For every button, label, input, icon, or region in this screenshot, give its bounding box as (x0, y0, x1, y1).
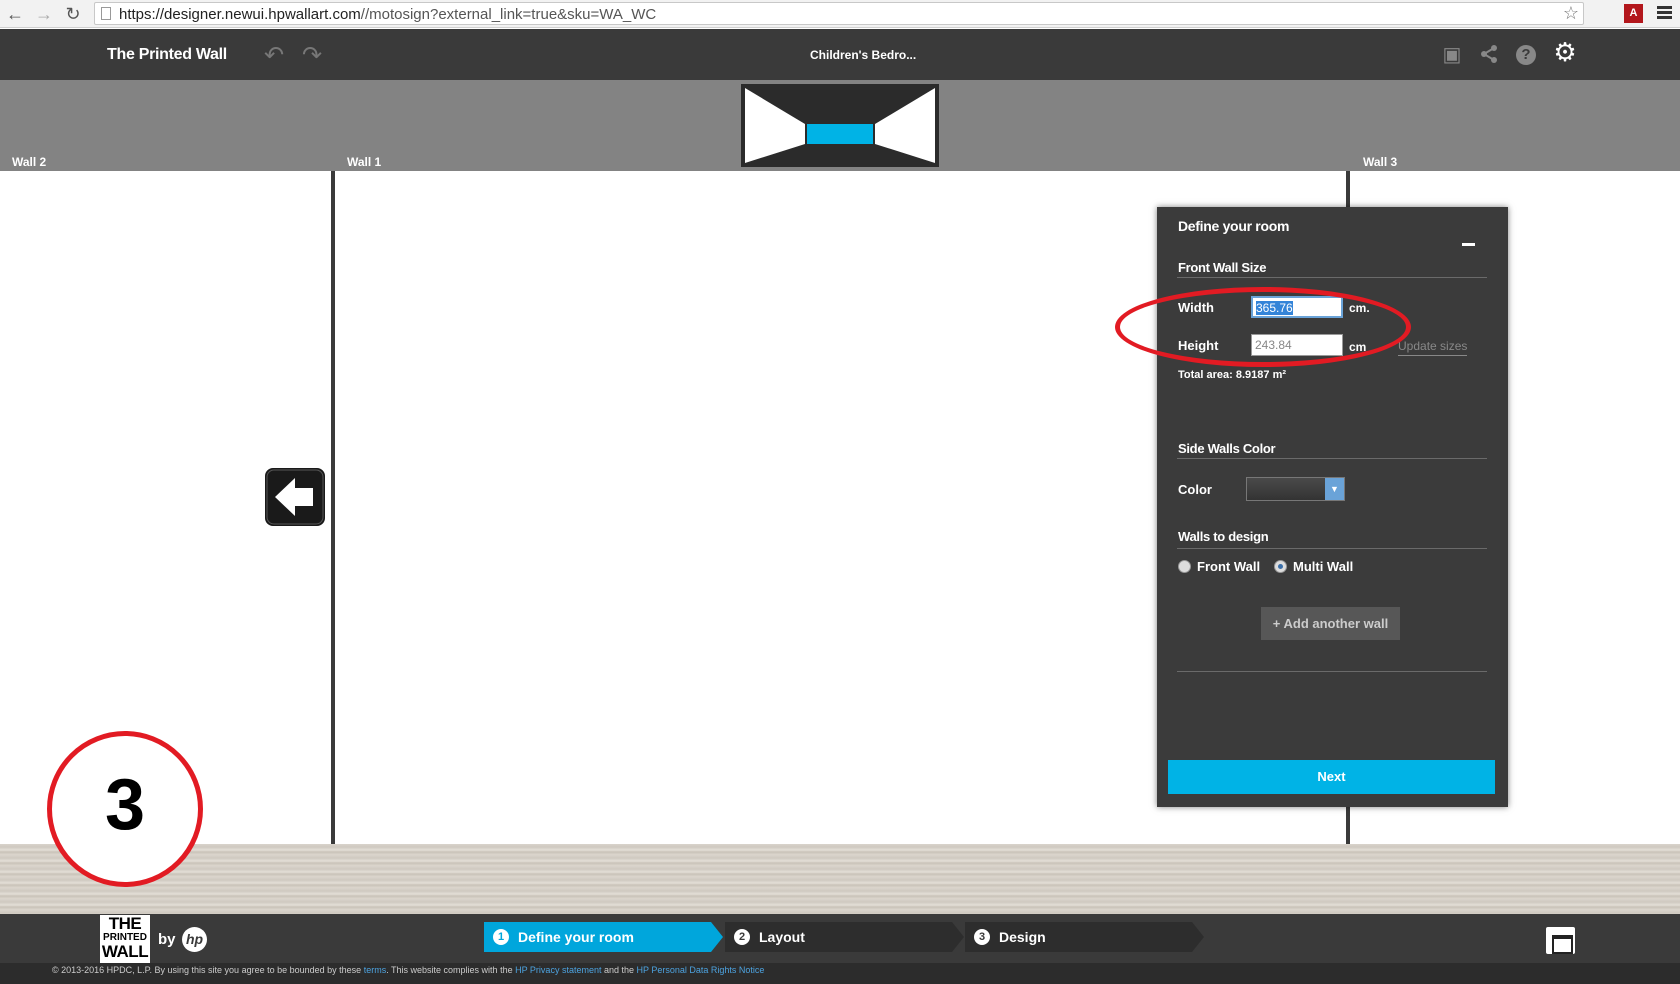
floor-texture (0, 844, 1680, 914)
walls-to-design-heading: Walls to design (1178, 529, 1269, 544)
front-wall-size-heading: Front Wall Size (1178, 260, 1267, 275)
step-number: 3 (104, 765, 146, 845)
wall-strip (0, 80, 1680, 171)
front-wall-radio-label[interactable]: Front Wall (1197, 559, 1260, 574)
bookmark-star-icon[interactable]: ☆ (1563, 3, 1579, 24)
logo-line-1: THE (108, 914, 142, 933)
wall-divider-left (331, 171, 335, 844)
privacy-statement-link[interactable]: HP Privacy statement (515, 965, 601, 975)
step-number-annotation: 3 (47, 731, 203, 887)
url-text: https://designer.newui.hpwallart.com//mo… (119, 6, 656, 23)
thumb-front-wall (807, 124, 873, 144)
panel-title: Define your room (1178, 218, 1290, 234)
by-text: by (158, 931, 176, 948)
step-2-number: 2 (734, 929, 750, 945)
app-title: The Printed Wall (107, 46, 227, 63)
highlight-annotation-ellipse (1115, 287, 1411, 367)
terms-link[interactable]: terms (364, 965, 387, 975)
total-area-text: Total area: 8.9187 m² (1178, 369, 1287, 381)
app-header: The Printed Wall ↶ ↷ Children's Bedro...… (0, 29, 1680, 80)
reload-icon[interactable]: ↻ (62, 3, 84, 25)
save-icon[interactable]: ▣ (1440, 43, 1464, 67)
share-icon[interactable] (1477, 43, 1501, 67)
next-button[interactable]: Next (1168, 760, 1495, 794)
front-wall-radio[interactable] (1178, 560, 1191, 573)
color-label: Color (1178, 482, 1212, 497)
step-design[interactable]: 3 Design (965, 922, 1204, 952)
logo-line-3: WALL (101, 942, 149, 961)
divider (1177, 548, 1487, 549)
multi-wall-radio-label[interactable]: Multi Wall (1293, 559, 1353, 574)
footer: © 2013-2016 HPDC, L.P. By using this sit… (0, 963, 1680, 984)
compliance-text: . This website complies with the (386, 965, 513, 975)
forward-arrow-icon[interactable]: → (33, 3, 55, 25)
minimize-icon[interactable] (1462, 243, 1475, 246)
browser-menu-icon[interactable] (1657, 6, 1672, 20)
fullscreen-icon[interactable] (1546, 927, 1575, 954)
document-title: Children's Bedro... (810, 48, 917, 62)
step-layout[interactable]: 2 Layout (725, 922, 964, 952)
page-icon (101, 7, 111, 20)
url-path: //motosign?external_link=true&sku=WA_WC (360, 6, 657, 23)
url-host: https://designer.newui.hpwallart.com (119, 6, 361, 23)
side-walls-color-heading: Side Walls Color (1178, 441, 1276, 456)
step-1-number: 1 (493, 929, 509, 945)
step-define-room[interactable]: 1 Define your room (484, 922, 723, 952)
divider (1177, 671, 1487, 672)
step-1-label: Define your room (518, 929, 634, 945)
wall-1-label: Wall 1 (347, 155, 382, 169)
browser-toolbar: ← → ↻ https://designer.newui.hpwallart.c… (0, 0, 1680, 28)
divider (1177, 277, 1487, 278)
wall-2-label: Wall 2 (12, 155, 47, 169)
and-the-text: and the (603, 965, 635, 975)
room-thumbnail[interactable] (741, 84, 939, 167)
copyright-text: © 2013-2016 HPDC, L.P. By using this sit… (52, 965, 362, 975)
data-rights-link[interactable]: HP Personal Data Rights Notice (637, 965, 765, 975)
help-icon[interactable]: ? (1516, 45, 1536, 65)
step-2-label: Layout (759, 929, 805, 945)
address-bar[interactable]: https://designer.newui.hpwallart.com//mo… (94, 2, 1584, 25)
chevron-down-icon[interactable]: ▼ (1325, 478, 1344, 500)
side-wall-color-select[interactable]: ▼ (1246, 477, 1345, 501)
previous-wall-arrow-icon[interactable] (265, 468, 325, 526)
add-another-wall-button[interactable]: + Add another wall (1261, 607, 1400, 640)
settings-gear-icon[interactable]: ⚙ (1553, 39, 1577, 65)
undo-icon[interactable]: ↶ (264, 41, 284, 70)
divider (1177, 458, 1487, 459)
pdf-extension-icon[interactable]: A (1624, 4, 1643, 23)
printed-wall-logo: THE PRINTED WALL (100, 915, 150, 963)
step-3-label: Design (999, 929, 1046, 945)
update-sizes-link[interactable]: Update sizes (1398, 339, 1468, 356)
wall-3-label: Wall 3 (1363, 155, 1398, 169)
redo-icon[interactable]: ↷ (302, 41, 322, 70)
hp-logo-icon: hp (182, 927, 207, 952)
multi-wall-radio[interactable] (1274, 560, 1287, 573)
back-arrow-icon[interactable]: ← (4, 3, 26, 25)
step-3-number: 3 (974, 929, 990, 945)
